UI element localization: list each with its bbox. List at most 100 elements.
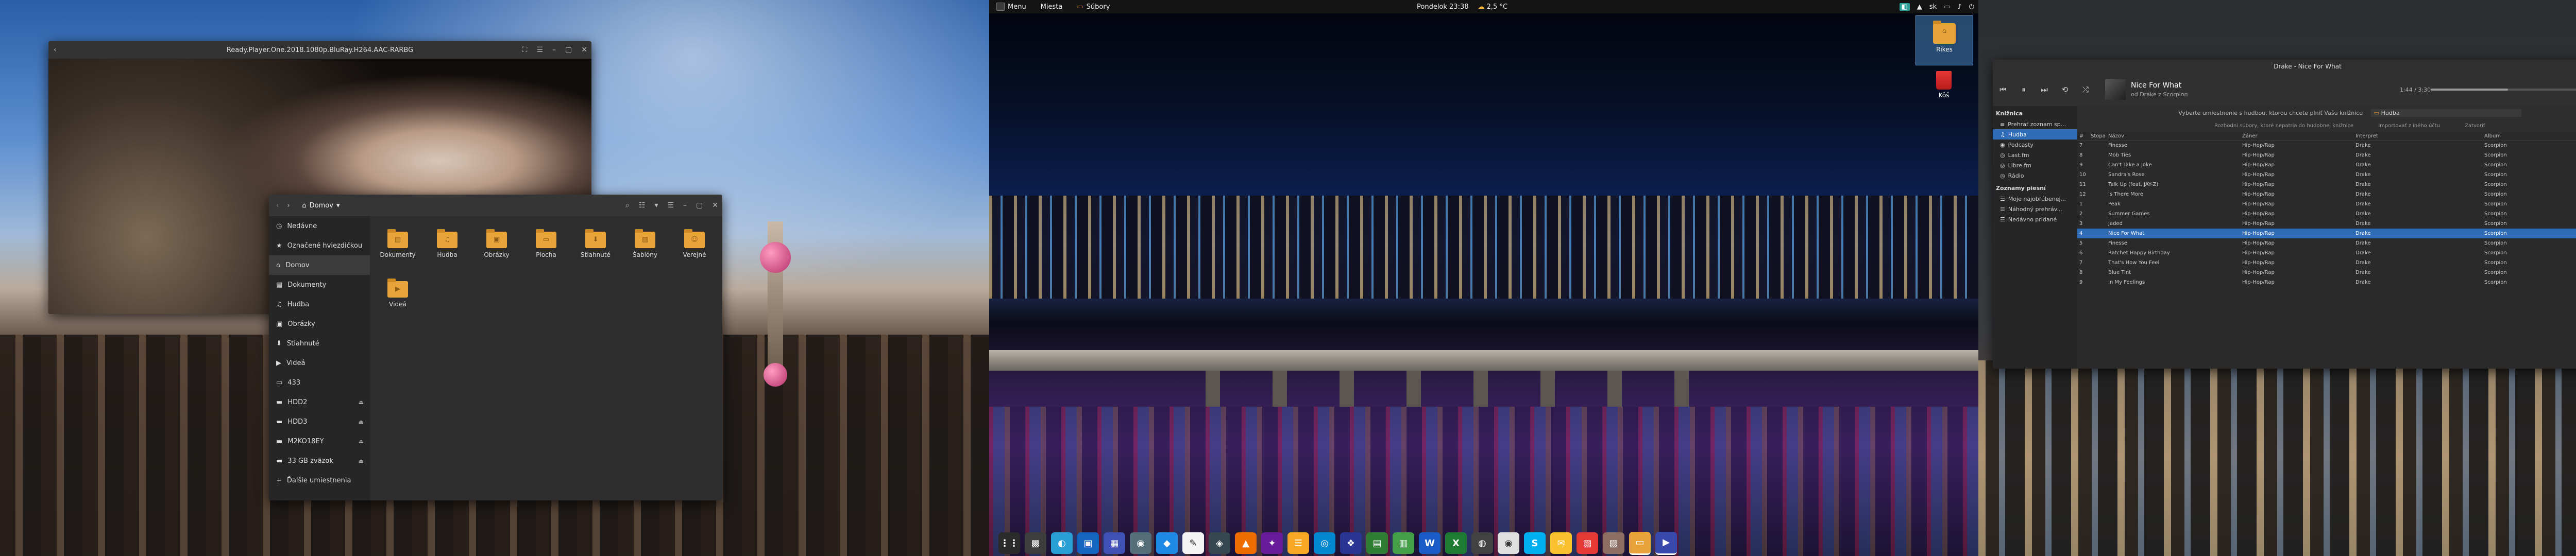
app-icon-17[interactable]: ✉: [1550, 532, 1572, 554]
notification-icon[interactable]: ▲: [1917, 3, 1922, 11]
table-row[interactable]: 2Summer GamesHip-Hop/RapDrakeScorpion4:0…: [2077, 209, 2576, 219]
keyboard-layout[interactable]: sk: [1929, 3, 1937, 11]
table-row[interactable]: 1PeakHip-Hop/RapDrakeScorpion3:26: [2077, 199, 2576, 209]
table-row[interactable]: 4Nice For WhatHip-Hop/RapDrakeScorpion3:…: [2077, 229, 2576, 238]
weather[interactable]: ☁ 2,5 °C: [1478, 3, 1508, 11]
notice-option-2[interactable]: Importovať z iného účtu: [2378, 123, 2440, 129]
back-icon[interactable]: ‹: [54, 46, 57, 54]
sidebar-item[interactable]: ▶ Videá: [269, 353, 370, 373]
desktop-trash-icon[interactable]: Kôš: [1916, 67, 1972, 99]
app-icon-9[interactable]: ▲: [1235, 532, 1257, 554]
app-icon-18[interactable]: ▧: [1577, 532, 1598, 554]
eject-icon[interactable]: ⏏: [359, 438, 364, 445]
table-row[interactable]: 8Mob TiesHip-Hop/RapDrakeScorpion3:25: [2077, 150, 2576, 160]
music-player-window[interactable]: Drake - Nice For What – ▢ ✕ ⏮ ⏸ ⏭ ⟲ ⤮ Ni…: [1993, 60, 2576, 369]
video-player-titlebar[interactable]: ‹ Ready.Player.One.2018.1080p.BluRay.H26…: [48, 41, 591, 59]
notice-option-1[interactable]: Rozhodni súbory, ktoré nepatria do hudob…: [2214, 123, 2353, 129]
music-sidebar-item[interactable]: ☰ Náhodný prehráv...: [1993, 204, 2077, 214]
back-icon[interactable]: ‹: [276, 202, 279, 210]
files-window[interactable]: ‹ › ⌂ Domov ▾ ⌕ ☷ ▾ ☰ – ▢ ✕ ◷ Nedávne ★ Ozn…: [269, 195, 722, 500]
repeat-icon[interactable]: ⟲: [2055, 79, 2075, 100]
app-icon-19[interactable]: ▨: [1603, 532, 1624, 554]
files-app-icon[interactable]: ▭: [1629, 531, 1651, 555]
notice-close-button[interactable]: Zatvoriť: [2465, 123, 2485, 129]
table-row[interactable]: 8Blue TintHip-Hop/RapDrakeScorpion2:42: [2077, 268, 2576, 277]
app-icon-16[interactable]: ◍: [1471, 532, 1493, 554]
table-row[interactable]: 7FinesseHip-Hop/RapDrakeScorpion3:03: [2077, 141, 2576, 151]
music-titlebar[interactable]: Drake - Nice For What – ▢ ✕: [1993, 60, 2576, 73]
next-icon[interactable]: ⏭: [2034, 79, 2055, 100]
power-icon[interactable]: ⏻: [1969, 3, 1974, 11]
music-sidebar-item[interactable]: ◉ Podcasty: [1993, 140, 2077, 150]
table-row[interactable]: 10Sandra's RoseHip-Hop/RapDrakeScorpion3…: [2077, 170, 2576, 180]
music-sidebar-item[interactable]: ☰ Nedávno pridané: [1993, 214, 2077, 224]
volume-icon[interactable]: ♪: [1957, 3, 1961, 11]
folder-item[interactable]: ▭ Plocha: [521, 220, 571, 270]
menu-icon[interactable]: ☰: [536, 46, 543, 54]
track-list[interactable]: #StopaNázovŽánerInterpretAlbumČas 7Fines…: [2077, 132, 2576, 287]
sidebar-item[interactable]: ▬ HDD3 ⏏: [269, 412, 370, 431]
music-sidebar-item[interactable]: ☰ Moje najobľúbenej...: [1993, 194, 2077, 204]
app-icon-2[interactable]: ◐: [1051, 532, 1073, 554]
music-sidebar-item[interactable]: ◎ Last.fm: [1993, 150, 2077, 160]
column-header[interactable]: Album: [2482, 132, 2576, 141]
path-bar[interactable]: ⌂ Domov ▾: [302, 202, 340, 210]
sidebar-item[interactable]: ▬ HDD2 ⏏: [269, 392, 370, 412]
menu-icon[interactable]: ☰: [667, 201, 674, 210]
previous-icon[interactable]: ⏮: [1993, 79, 2013, 100]
desktop-home-icon[interactable]: ⌂ Rikes: [1916, 15, 1973, 65]
folder-item[interactable]: ▶ Videá: [373, 270, 422, 319]
search-icon[interactable]: ⌕: [625, 201, 630, 210]
fullscreen-icon[interactable]: ⛶: [522, 46, 528, 54]
minimize-icon[interactable]: –: [683, 201, 687, 210]
table-row[interactable]: 6 Ratchet Happy Birthday Hip-Hop/Rap Drake S…: [2077, 248, 2576, 258]
sidebar-item[interactable]: ★ Označené hviezdičkou: [269, 236, 370, 255]
maximize-icon[interactable]: ▢: [565, 46, 572, 54]
app-icon-14[interactable]: ▤: [1366, 532, 1388, 554]
sidebar-item[interactable]: ⬇ Stiahnuté: [269, 334, 370, 353]
app-icon-5[interactable]: ◉: [1130, 532, 1151, 554]
excel-icon[interactable]: X: [1445, 532, 1467, 554]
music-sidebar-item[interactable]: ≡ Prehrať zoznam sp...: [1993, 119, 2077, 129]
video-app-icon[interactable]: ▶: [1655, 531, 1677, 555]
table-row[interactable]: 11 Talk Up (feat. JAY-Z) Hip-Hop/Rap Drake S…: [2077, 180, 2576, 189]
music-folder-picker[interactable]: ▭ Hudba: [2370, 109, 2521, 117]
places-menu[interactable]: Miesta: [1033, 3, 1070, 11]
table-row[interactable]: 9 Can't Take a Joke Hip-Hop/Rap Drake Scorpi…: [2077, 160, 2576, 170]
sidebar-item[interactable]: ♫ Hudba: [269, 294, 370, 314]
sort-icon[interactable]: ▾: [654, 201, 658, 210]
tray-app-icon[interactable]: ◧: [1899, 3, 1910, 11]
app-icon-13[interactable]: ❖: [1340, 532, 1362, 554]
sidebar-item[interactable]: ▬ 33 GB zväzok ⏏: [269, 451, 370, 471]
folder-item[interactable]: ▤ Dokumenty: [373, 220, 422, 270]
sidebar-item[interactable]: + Ďalšie umiestnenia: [269, 471, 370, 490]
word-icon[interactable]: W: [1419, 532, 1440, 554]
music-sidebar-item[interactable]: ◎ Libre.fm: [1993, 160, 2077, 170]
forward-icon[interactable]: ›: [287, 202, 290, 210]
app-icon-11[interactable]: ☰: [1287, 532, 1309, 554]
column-header[interactable]: Žáner: [2240, 132, 2353, 141]
sidebar-item[interactable]: ▭ 433: [269, 373, 370, 392]
app-icon-7[interactable]: ✎: [1182, 532, 1204, 554]
sidebar-item[interactable]: ▬ M2KO18EY ⏏: [269, 431, 370, 451]
view-options-icon[interactable]: ☷: [639, 201, 646, 210]
eject-icon[interactable]: ⏏: [359, 399, 364, 406]
maximize-icon[interactable]: ▢: [696, 201, 703, 210]
sidebar-item[interactable]: ⌂ Domov: [269, 255, 370, 275]
files-content[interactable]: ▤ Dokumenty ♫ Hudba ▣ Obrázky ▭ Plocha ⬇ Stiahnut…: [370, 216, 722, 500]
eject-icon[interactable]: ⏏: [359, 419, 364, 425]
files-menu[interactable]: ▭ Súbory: [1070, 3, 1117, 11]
app-icon-15[interactable]: ▥: [1393, 532, 1414, 554]
skype-icon[interactable]: S: [1524, 532, 1546, 554]
chrome-icon[interactable]: ◉: [1498, 532, 1519, 554]
minimize-icon[interactable]: –: [552, 46, 556, 54]
seek-bar[interactable]: [2431, 89, 2576, 91]
music-sidebar-item[interactable]: ♫ Hudba: [1993, 129, 2077, 140]
pause-icon[interactable]: ⏸: [2013, 79, 2034, 100]
app-icon-4[interactable]: ▦: [1104, 532, 1125, 554]
column-header[interactable]: Názov: [2106, 132, 2240, 141]
app-icon-8[interactable]: ◈: [1209, 532, 1230, 554]
folder-item[interactable]: ▣ Obrázky: [472, 220, 521, 270]
table-row[interactable]: 9In My FeelingsHip-Hop/RapDrakeScorpion3…: [2077, 277, 2576, 287]
files-headerbar[interactable]: ‹ › ⌂ Domov ▾ ⌕ ☷ ▾ ☰ – ▢ ✕: [269, 195, 722, 216]
